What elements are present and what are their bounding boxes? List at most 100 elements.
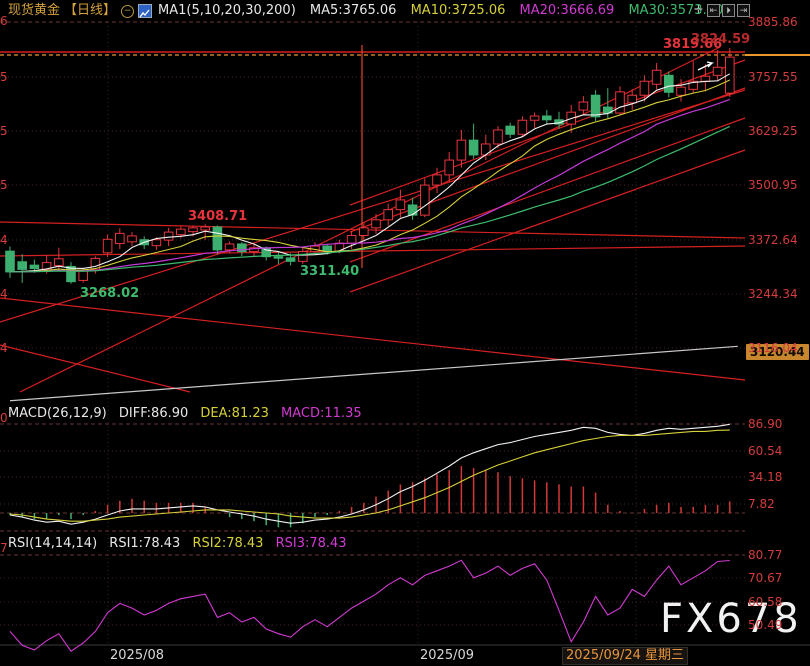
candle — [29, 264, 40, 270]
mini-line-chart-icon — [139, 9, 150, 18]
candle — [54, 258, 64, 267]
candle — [664, 74, 674, 93]
price-axis-label: 3757.55 — [748, 70, 798, 84]
price-axis-label: 3500.95 — [748, 178, 798, 192]
rsi-axis-label: 80.77 — [748, 548, 783, 562]
clipped-axis-digit: 7 — [0, 541, 8, 555]
candle — [407, 204, 418, 216]
candle — [505, 125, 515, 135]
selected-date-label: 2025/09/24 星期三 — [562, 647, 689, 665]
period-label: 【日线】 — [64, 3, 117, 18]
candle — [102, 238, 113, 254]
candle — [273, 256, 284, 259]
candle — [151, 239, 162, 247]
candle — [627, 94, 638, 104]
clipped-axis-digit: 6 — [0, 14, 8, 28]
macd-axis-label: 86.90 — [748, 417, 783, 431]
candle — [481, 143, 491, 156]
rsi2-value: RSI2:78.43 — [192, 536, 264, 551]
trend-line — [0, 297, 746, 381]
trend-line — [349, 149, 746, 293]
price-annotation: 3824.59 — [691, 32, 751, 47]
candle — [285, 257, 296, 262]
clipped-axis-digit: 5 — [0, 70, 8, 84]
candle — [468, 139, 479, 156]
macd-header: MACD(26,12,9) DIFF:86.90 DEA:81.23 MACD:… — [8, 406, 370, 421]
price-axis-label: 3629.25 — [748, 124, 798, 138]
symbol-title: 现货黄金 — [8, 3, 61, 18]
candle — [346, 234, 357, 244]
candle — [224, 243, 235, 251]
macd-name: MACD(26,12,9) — [8, 406, 107, 421]
price-annotation: 3408.71 — [188, 209, 248, 224]
trading-chart-app: 现货黄金 【日线】 − MA1(5,10,20,30,200) MA5:3765.… — [0, 0, 810, 666]
ma30-line — [9, 125, 731, 273]
collapse-icon[interactable]: − — [121, 5, 134, 18]
candle — [5, 250, 15, 273]
candle — [432, 174, 442, 186]
diff-value: DIFF:86.90 — [118, 406, 189, 421]
rsi-header: RSI(14,14,14) RSI1:78.43 RSI2:78.43 RSI3… — [8, 536, 355, 551]
candle — [188, 227, 198, 233]
price-axis-label: 3372.64 — [748, 233, 798, 247]
candle — [200, 226, 210, 231]
candle — [529, 115, 540, 121]
ma20-value: MA20:3666.69 — [519, 3, 615, 18]
candle — [395, 199, 406, 211]
ma10-value: MA10:3725.06 — [410, 3, 506, 18]
clipped-axis-digit: 4 — [0, 341, 8, 355]
candle — [517, 119, 528, 135]
ma5-value: MA5:3765.06 — [309, 3, 397, 18]
macd-axis-label: 7.82 — [748, 497, 775, 511]
date-axis-label: 2025/08 — [110, 648, 165, 663]
candle — [420, 184, 430, 216]
trend-line — [0, 344, 191, 393]
macd-axis-label: 34.18 — [748, 470, 783, 484]
rsi3-value: RSI3:78.43 — [275, 536, 347, 551]
candle — [176, 228, 186, 236]
candle — [444, 159, 454, 176]
rsi1-value: RSI1:78.43 — [109, 536, 181, 551]
scroll-right-icon[interactable]: ⏵ — [722, 4, 735, 17]
rsi-name: RSI(14,14,14) — [8, 536, 98, 551]
chart-type-icon[interactable] — [138, 4, 152, 18]
clipped-axis-digit: 4 — [0, 233, 8, 247]
rsi-line — [9, 559, 730, 652]
ma-group-label: MA1(5,10,20,30,200) — [158, 3, 296, 18]
candle — [127, 235, 137, 243]
candle — [676, 86, 686, 96]
candle — [78, 270, 89, 281]
price-axis-label: 3244.34 — [748, 287, 798, 301]
candle — [651, 69, 662, 85]
clipped-axis-digit: 5 — [0, 124, 8, 138]
candle — [700, 75, 711, 82]
candle — [578, 101, 589, 111]
clipped-axis-digit: 5 — [0, 178, 8, 192]
candle — [115, 232, 125, 245]
pan-icon[interactable]: ✛ — [692, 4, 705, 17]
candle — [298, 251, 308, 262]
diff-line — [9, 423, 730, 525]
chart-canvas[interactable] — [0, 0, 810, 666]
candle — [359, 227, 369, 236]
scroll-left-icon[interactable]: ⇤ — [707, 4, 720, 17]
candle — [712, 66, 723, 76]
macd-value: MACD:11.35 — [281, 406, 362, 421]
price-axis-label: 3885.86 — [748, 15, 798, 29]
candle — [163, 231, 174, 241]
clipped-axis-digit: 4 — [0, 287, 8, 301]
price-axis-label: 3116.04 — [748, 341, 798, 355]
ma-legend: MA1(5,10,20,30,200) MA5:3765.06 MA10:372… — [158, 0, 759, 22]
candle — [542, 115, 552, 121]
trend-line — [19, 46, 721, 393]
candle — [590, 94, 601, 118]
clipped-axis-digit: 0 — [0, 411, 8, 425]
price-annotation: 3268.02 — [80, 286, 140, 301]
candle — [493, 129, 503, 145]
candle — [383, 209, 393, 221]
candle — [615, 91, 625, 114]
dea-value: DEA:81.23 — [200, 406, 269, 421]
date-axis-label: 2025/09 — [420, 648, 475, 663]
candle — [322, 245, 332, 252]
candle — [212, 226, 223, 251]
